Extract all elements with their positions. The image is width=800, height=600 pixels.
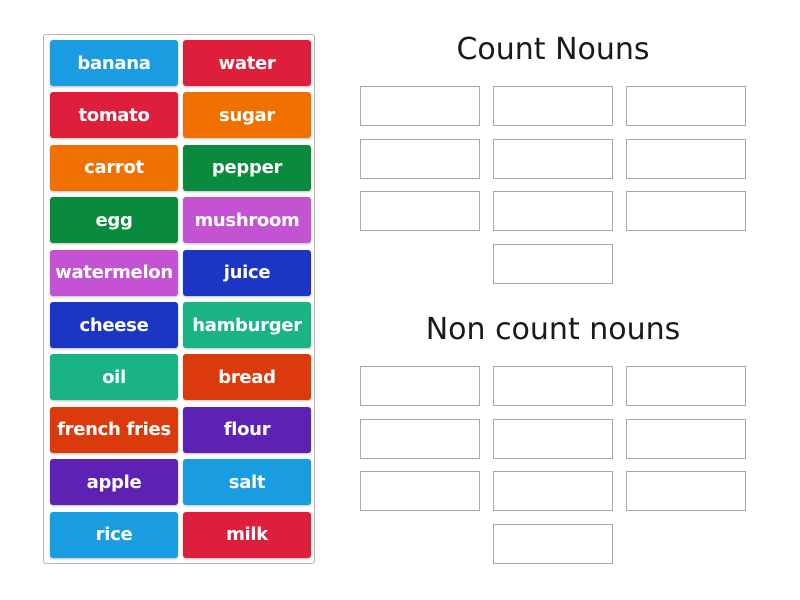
non-count-nouns-drop-slot[interactable] [493,366,613,406]
word-tile[interactable]: milk [183,511,311,558]
word-tray: banana water tomato sugar carrot pepper egg mus… [43,34,315,564]
word-tile[interactable]: carrot [50,144,178,191]
word-tile[interactable]: french fries [50,406,178,453]
word-tile[interactable]: bread [183,354,311,401]
non-count-nouns-drop-slot[interactable] [493,471,613,511]
count-nouns-drop-slot[interactable] [493,86,613,126]
non-count-nouns-drop-slot[interactable] [626,471,746,511]
word-tile[interactable]: tomato [50,92,178,139]
count-nouns-drop-slot[interactable] [626,138,746,179]
non-count-nouns-drop-slot[interactable] [493,523,613,564]
count-nouns-drop-slot[interactable] [360,138,480,179]
word-tile[interactable]: cheese [50,302,178,348]
word-tile[interactable]: salt [183,459,311,506]
word-tile[interactable]: oil [50,354,178,401]
count-nouns-drop-slot[interactable] [360,86,480,126]
count-nouns-drop-slot[interactable] [493,243,613,284]
non-count-nouns-drop-slot[interactable] [360,418,480,459]
count-nouns-drop-slot[interactable] [493,138,613,179]
group-title-count-nouns: Count Nouns [456,32,650,67]
word-tile[interactable]: rice [50,511,178,558]
word-tile[interactable]: water [183,40,311,86]
non-count-nouns-drop-slot[interactable] [626,366,746,406]
non-count-nouns-drop-slot[interactable] [360,471,480,511]
count-nouns-drop-slot[interactable] [626,191,746,231]
count-nouns-drop-slot[interactable] [626,86,746,126]
word-tile[interactable]: hamburger [183,302,311,348]
word-tile[interactable]: watermelon [50,249,178,296]
word-tile[interactable]: flour [183,406,311,453]
non-count-nouns-drop-slot[interactable] [626,418,746,459]
count-nouns-drop-slot[interactable] [360,191,480,231]
group-title-non-count-nouns: Non count nouns [425,312,681,347]
word-tile[interactable]: juice [183,249,311,296]
word-tile[interactable]: banana [50,40,178,86]
count-nouns-drop-slot[interactable] [493,191,613,231]
non-count-nouns-drop-slot[interactable] [493,418,613,459]
word-tile[interactable]: mushroom [183,197,311,244]
word-tile[interactable]: egg [50,197,178,244]
word-tile[interactable]: sugar [183,92,311,139]
word-tile[interactable]: pepper [183,144,311,191]
non-count-nouns-drop-slot[interactable] [360,366,480,406]
word-tile[interactable]: apple [50,459,178,506]
